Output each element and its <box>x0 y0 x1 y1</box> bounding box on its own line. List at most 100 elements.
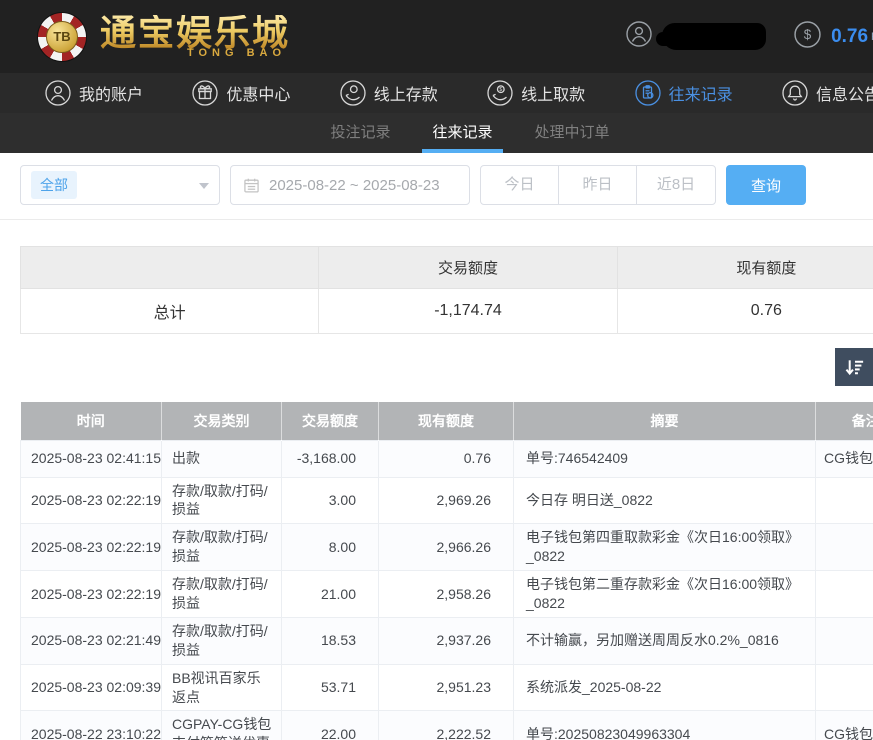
cell-balance: 2,222.52 <box>379 711 514 740</box>
nav-item-announcements[interactable]: 信息公告 <box>782 80 873 106</box>
cell-time: 2025-08-23 02:21:49 <box>21 617 162 664</box>
cell-time: 2025-08-23 02:22:19 <box>21 524 162 571</box>
nav-label: 往来记录 <box>669 81 733 105</box>
summary-header-balance: 现有额度 <box>617 247 873 289</box>
chevron-down-icon <box>199 183 209 194</box>
balance-coin-icon[interactable]: $ <box>794 21 821 53</box>
nav-label: 优惠中心 <box>226 81 290 105</box>
balance-amount[interactable]: 0.76 <box>831 26 868 48</box>
table-row[interactable]: 2025-08-23 02:22:19 存款/取款/打码/损益 3.00 2,9… <box>21 477 873 524</box>
cell-time: 2025-08-23 02:22:19 <box>21 477 162 524</box>
summary-table: 交易额度 现有额度 总计 -1,174.74 0.76 <box>20 246 873 334</box>
nav-item-my-account[interactable]: 我的账户 <box>45 80 143 106</box>
cell-type: 存款/取款/打码/损益 <box>162 524 282 571</box>
col-balance: 现有额度 <box>379 402 514 440</box>
logo-title: 通宝娱乐城 <box>100 15 290 51</box>
col-type: 交易类别 <box>162 402 282 440</box>
user-icon <box>45 80 71 106</box>
cell-type: 出款 <box>162 440 282 477</box>
cell-remark: CG钱包-24 <box>816 440 873 477</box>
cell-time: 2025-08-23 02:41:15 <box>21 440 162 477</box>
sort-descending-button[interactable] <box>835 348 873 386</box>
cell-amount: 18.53 <box>282 617 379 664</box>
tab-bet-records[interactable]: 投注记录 <box>326 113 394 153</box>
cell-type: 存款/取款/打码/损益 <box>162 477 282 524</box>
cell-time: 2025-08-22 23:10:22 <box>21 711 162 740</box>
cell-remark <box>816 664 873 711</box>
svg-text:$: $ <box>804 27 812 42</box>
tab-transaction-records[interactable]: 往来记录 <box>428 113 496 153</box>
logo-subtitle: TONG BAO <box>187 47 290 59</box>
quick-range-group: 今日 昨日 近8日 <box>480 165 716 205</box>
table-row[interactable]: 2025-08-23 02:22:19 存款/取款/打码/损益 8.00 2,9… <box>21 524 873 571</box>
records-header-row: 时间 交易类别 交易额度 现有额度 摘要 备注 <box>21 402 873 440</box>
tab-pending-orders[interactable]: 处理中订单 <box>531 113 614 153</box>
nav-label: 信息公告 <box>816 81 873 105</box>
cell-summary: 不计输赢，另加赠送周周反水0.2%_0816 <box>514 617 816 664</box>
table-row[interactable]: 2025-08-22 23:10:22 CGPAY-CG钱包支付笔笔送优惠 22… <box>21 711 873 740</box>
filter-bar: 全部 2025-08-22 ~ 2025-08-23 今日 昨日 近8日 查询 <box>0 153 873 220</box>
cell-remark <box>816 571 873 618</box>
last-8-days-button[interactable]: 近8日 <box>637 166 715 204</box>
cell-amount: 3.00 <box>282 477 379 524</box>
table-row[interactable]: 2025-08-23 02:21:49 存款/取款/打码/损益 18.53 2,… <box>21 617 873 664</box>
cell-type: CGPAY-CG钱包支付笔笔送优惠 <box>162 711 282 740</box>
cell-type: 存款/取款/打码/损益 <box>162 571 282 618</box>
cell-summary: 系统派发_2025-08-22 <box>514 664 816 711</box>
summary-transaction-total: -1,174.74 <box>319 289 617 334</box>
cell-balance: 2,966.26 <box>379 524 514 571</box>
summary-header-transaction: 交易额度 <box>319 247 617 289</box>
calendar-icon <box>243 177 260 194</box>
cell-balance: 2,969.26 <box>379 477 514 524</box>
type-select[interactable]: 全部 <box>20 165 220 205</box>
cell-amount: 21.00 <box>282 571 379 618</box>
main-nav: 我的账户 优惠中心 线上存款 $ 线上取款 <box>0 73 873 113</box>
date-range-value: 2025-08-22 ~ 2025-08-23 <box>269 177 440 194</box>
cell-summary: 单号:746542409 <box>514 440 816 477</box>
username-redacted <box>662 23 766 50</box>
search-button[interactable]: 查询 <box>726 165 806 205</box>
today-button[interactable]: 今日 <box>481 166 559 204</box>
nav-label: 我的账户 <box>79 81 143 105</box>
summary-header-row: 交易额度 现有额度 <box>21 247 873 289</box>
gift-icon <box>192 80 218 106</box>
col-summary: 摘要 <box>514 402 816 440</box>
nav-item-withdraw[interactable]: $ 线上取款 <box>487 80 585 106</box>
table-row[interactable]: 2025-08-23 02:41:15 出款 -3,168.00 0.76 单号… <box>21 440 873 477</box>
col-remark: 备注 <box>816 402 873 440</box>
type-select-tag[interactable]: 全部 <box>31 171 77 199</box>
nav-item-promotions[interactable]: 优惠中心 <box>192 80 290 106</box>
yesterday-button[interactable]: 昨日 <box>559 166 637 204</box>
cell-balance: 2,958.26 <box>379 571 514 618</box>
svg-text:$: $ <box>499 87 502 93</box>
cell-balance: 2,937.26 <box>379 617 514 664</box>
nav-item-deposit[interactable]: 线上存款 <box>340 80 438 106</box>
cell-amount: 53.71 <box>282 664 379 711</box>
cell-type: 存款/取款/打码/损益 <box>162 617 282 664</box>
records-table: 时间 交易类别 交易额度 现有额度 摘要 备注 2025-08-23 02:41… <box>20 402 873 740</box>
cell-balance: 0.76 <box>379 440 514 477</box>
deposit-icon <box>340 80 366 106</box>
date-range-input[interactable]: 2025-08-22 ~ 2025-08-23 <box>230 165 470 205</box>
top-header: TB 通宝娱乐城 TONG BAO $ 0.76 R <box>0 0 873 73</box>
cell-amount: -3,168.00 <box>282 440 379 477</box>
table-row[interactable]: 2025-08-23 02:09:39 BB视讯百家乐返点 53.71 2,95… <box>21 664 873 711</box>
cell-summary: 电子钱包第二重存款彩金《次日16:00领取》_0822 <box>514 571 816 618</box>
logo[interactable]: TB 通宝娱乐城 TONG BAO <box>38 13 290 61</box>
cell-summary: 单号:20250823049963304 <box>514 711 816 740</box>
records-icon <box>635 80 661 106</box>
cell-time: 2025-08-23 02:22:19 <box>21 571 162 618</box>
account-area: $ 0.76 R <box>626 21 873 53</box>
chip-monogram: TB <box>46 21 78 53</box>
cell-summary: 电子钱包第四重取款彩金《次日16:00领取》_0822 <box>514 524 816 571</box>
table-row[interactable]: 2025-08-23 02:22:19 存款/取款/打码/损益 21.00 2,… <box>21 571 873 618</box>
cell-remark <box>816 477 873 524</box>
user-avatar-icon[interactable] <box>626 21 652 52</box>
sort-descending-icon <box>843 356 866 379</box>
nav-label: 线上取款 <box>521 81 585 105</box>
nav-item-transaction-records[interactable]: 往来记录 <box>635 80 733 106</box>
page: TB 通宝娱乐城 TONG BAO $ 0.76 R <box>0 0 873 740</box>
sort-row <box>0 348 873 386</box>
col-amount: 交易额度 <box>282 402 379 440</box>
logo-text: 通宝娱乐城 TONG BAO <box>100 15 290 59</box>
